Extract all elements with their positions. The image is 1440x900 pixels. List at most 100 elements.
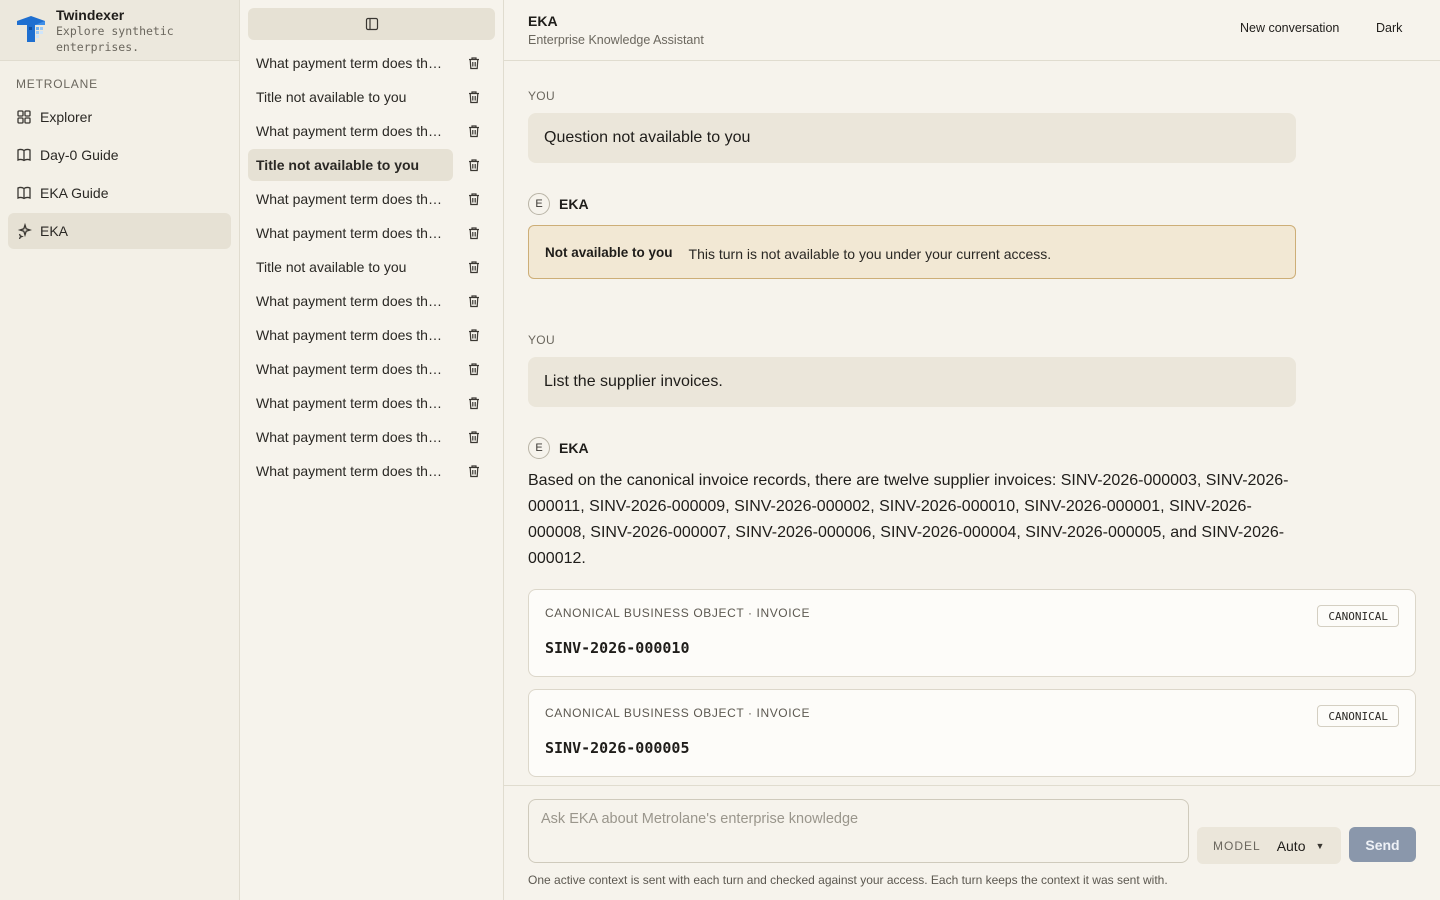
conversation-row: What payment term does the supplier use? (248, 47, 495, 79)
user-message: Question not available to you (528, 113, 1296, 163)
conversation-row: What payment term does the supplier use? (248, 319, 495, 351)
model-label: MODEL (1213, 838, 1261, 853)
assistant-header: E EKA (528, 193, 589, 215)
conversation-item[interactable]: What payment term does the supplier use? (248, 353, 453, 385)
assistant-answer: Based on the canonical invoice records, … (528, 472, 1289, 567)
trash-icon[interactable] (453, 294, 495, 308)
assistant-name: EKA (559, 196, 589, 212)
conversation-list: What payment term does the supplier use?… (248, 47, 495, 489)
conversation-row: What payment term does the supplier use? (248, 387, 495, 419)
conversation-title: What payment term does the supplier use? (256, 395, 445, 411)
brand-name: Twindexer (56, 7, 125, 23)
canonical-badge: CANONICAL (1317, 705, 1399, 727)
conversation-item[interactable]: What payment term does the supplier use? (248, 115, 453, 147)
sidebar-item-label: EKA (40, 223, 69, 239)
conversation-row: What payment term does the supplier use? (248, 217, 495, 249)
sidebar-item-explorer[interactable]: Explorer (8, 99, 231, 135)
trash-icon[interactable] (453, 464, 495, 478)
conversation-item[interactable]: What payment term does the supplier use? (248, 455, 453, 487)
page-title: EKA (528, 13, 558, 29)
conversation-item[interactable]: What payment term does the supplier use? (248, 319, 453, 351)
conversation-title: Title not available to you (256, 259, 407, 275)
conversation-item[interactable]: What payment term does the supplier use? (248, 183, 453, 215)
composer-footnote: One active context is sent with each tur… (528, 873, 1168, 887)
sidebar-item-eka[interactable]: EKA (8, 213, 231, 249)
trash-icon[interactable] (453, 56, 495, 70)
trash-icon[interactable] (453, 226, 495, 240)
trash-icon[interactable] (453, 362, 495, 376)
conversation-title: What payment term does the supplier use? (256, 191, 445, 207)
conversation-item[interactable]: Title not available to you (248, 251, 453, 283)
theme-toggle-button[interactable]: Dark (1376, 21, 1402, 35)
conversation-row: What payment term does the supplier use? (248, 353, 495, 385)
conversation-item[interactable]: What payment term does the supplier use? (248, 421, 453, 453)
conversation-row: What payment term does the supplier use? (248, 115, 495, 147)
conversation-title: What payment term does the supplier use? (256, 463, 445, 479)
conversation-row: Title not available to you (248, 251, 495, 283)
main-panel: EKA Enterprise Knowledge Assistant New c… (504, 0, 1440, 900)
card-invoice-id: SINV-2026-000010 (545, 639, 690, 657)
conversation-title: What payment term does the supplier use? (256, 55, 445, 71)
invoice-card[interactable]: CANONICAL BUSINESS OBJECT · INVOICE SINV… (528, 589, 1416, 677)
conversation-title: What payment term does the supplier use? (256, 123, 445, 139)
model-select[interactable]: MODEL Auto ▼ (1197, 827, 1341, 864)
conversation-row: What payment term does the supplier use? (248, 455, 495, 487)
you-label: YOU (528, 333, 555, 347)
panel-toggle-icon (365, 17, 378, 31)
sidebar-item-label: Day-0 Guide (40, 147, 119, 163)
assistant-avatar: E (528, 193, 550, 215)
trash-icon[interactable] (453, 260, 495, 274)
sidebar-item-label: EKA Guide (40, 185, 109, 201)
trash-icon[interactable] (453, 192, 495, 206)
conversation-title: What payment term does the supplier use? (256, 429, 445, 445)
send-button[interactable]: Send (1349, 827, 1416, 862)
sidebar-item-eka-guide[interactable]: EKA Guide (8, 175, 231, 211)
top-bar: EKA Enterprise Knowledge Assistant New c… (504, 0, 1440, 61)
brand-header[interactable]: Twindexer Explore synthetic enterprises. (0, 0, 239, 61)
card-kicker: CANONICAL BUSINESS OBJECT · INVOICE (545, 606, 811, 620)
trash-icon[interactable] (453, 158, 495, 172)
composer: MODEL Auto ▼ Send One active context is … (504, 785, 1440, 900)
model-value: Auto (1276, 837, 1306, 854)
conversation-title: What payment term does the supplier use? (256, 225, 445, 241)
user-message: List the supplier invoices. (528, 357, 1296, 407)
conversation-item[interactable]: What payment term does the supplier use? (248, 47, 453, 79)
sparkle-icon (16, 223, 32, 239)
org-label: METROLANE (16, 77, 98, 91)
trash-icon[interactable] (453, 396, 495, 410)
conversation-list-panel: What payment term does the supplier use?… (240, 0, 504, 900)
grid-icon (16, 109, 32, 125)
trash-icon[interactable] (453, 430, 495, 444)
conversation-item[interactable]: Title not available to you (248, 81, 453, 113)
restricted-title: Not available to you (545, 244, 673, 260)
conversation-row: What payment term does the supplier use? (248, 183, 495, 215)
conversation-row: What payment term does the supplier use? (248, 285, 495, 317)
you-label: YOU (528, 89, 555, 103)
conversation-item[interactable]: What payment term does the supplier use? (248, 285, 453, 317)
book-icon (16, 185, 32, 201)
toggle-sidebar-button[interactable] (248, 8, 495, 40)
conversation-title: Title not available to you (256, 157, 420, 173)
trash-icon[interactable] (453, 90, 495, 104)
assistant-name: EKA (559, 440, 589, 456)
card-kicker: CANONICAL BUSINESS OBJECT · INVOICE (545, 706, 811, 720)
conversation-title: Title not available to you (256, 89, 407, 105)
restricted-text: This turn is not available to you under … (688, 246, 1052, 262)
new-conversation-button[interactable]: New conversation (1240, 21, 1339, 35)
card-invoice-id: SINV-2026-000005 (545, 739, 690, 757)
conversation-title: What payment term does the supplier use? (256, 327, 445, 343)
book-icon (16, 147, 32, 163)
conversation-item[interactable]: What payment term does the supplier use? (248, 217, 453, 249)
message-input[interactable] (528, 799, 1189, 863)
conversation-row: Title not available to you (248, 149, 495, 181)
conversation-item[interactable]: What payment term does the supplier use? (248, 387, 453, 419)
sidebar-item-day0-guide[interactable]: Day-0 Guide (8, 137, 231, 173)
assistant-avatar: E (528, 437, 550, 459)
conversation-item[interactable]: Title not available to you (248, 149, 453, 181)
caret-down-icon: ▼ (1315, 840, 1325, 851)
invoice-card[interactable]: CANONICAL BUSINESS OBJECT · INVOICE SINV… (528, 689, 1416, 777)
trash-icon[interactable] (453, 124, 495, 138)
twindexer-logo-icon (17, 16, 45, 42)
trash-icon[interactable] (453, 328, 495, 342)
left-sidebar: Twindexer Explore synthetic enterprises.… (0, 0, 240, 900)
